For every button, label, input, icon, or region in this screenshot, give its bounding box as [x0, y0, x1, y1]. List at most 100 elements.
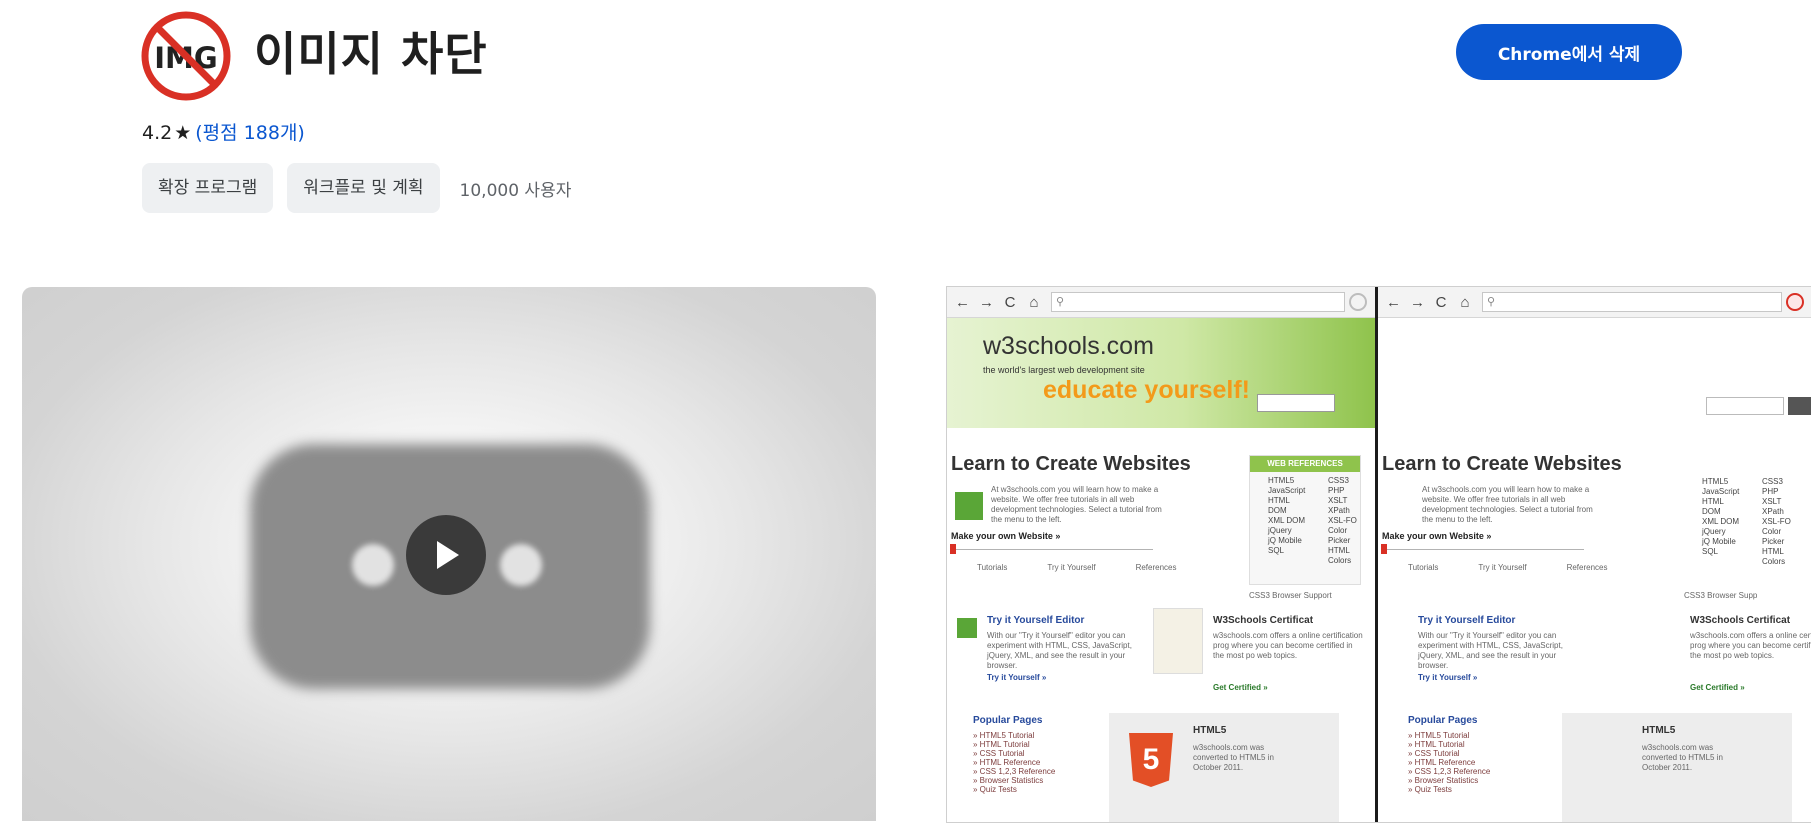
try-icon	[957, 618, 977, 638]
ref-item: HTML	[1762, 547, 1784, 556]
ref-item: Colors	[1328, 556, 1352, 565]
screenshot-pane-images-blocked: ← → C ⌂ ⚲ Learn to Create Websites At w3…	[1378, 287, 1811, 822]
w3-banner: w3schools.com the world's largest web de…	[947, 318, 1375, 428]
popular-item: » CSS 1,2,3 Reference	[1408, 767, 1491, 776]
try-title: Try it Yourself Editor	[1418, 615, 1516, 626]
popular-item: » CSS Tutorial	[1408, 749, 1460, 758]
try-text: With our "Try it Yourself" editor you ca…	[1418, 631, 1563, 670]
popular-item: » CSS 1,2,3 Reference	[973, 767, 1056, 776]
tab-try: Try it Yourself	[1047, 563, 1096, 572]
html5-text: w3schools.com was converted to HTML5 in …	[1193, 743, 1274, 772]
browser-support-link: CSS3 Browser Support	[1249, 591, 1332, 600]
home-icon: ⌂	[1460, 293, 1470, 311]
cert-title: W3Schools Certificat	[1213, 615, 1314, 626]
ref-item: PHP	[1328, 486, 1345, 495]
video-player[interactable]	[22, 287, 876, 821]
ref-item: SQL	[1268, 546, 1285, 555]
web-references-box: WEB REFERENCES HTML5 CSS3 JavaScript PHP H…	[1249, 455, 1361, 585]
ref-item: XSL-FO	[1762, 517, 1791, 526]
try-link: Try it Yourself »	[987, 673, 1047, 682]
tab-references: References	[1566, 563, 1608, 572]
timeline-marker	[1381, 544, 1387, 554]
ref-item: jQ Mobile	[1268, 536, 1302, 545]
tab-tutorials: Tutorials	[977, 563, 1008, 572]
browser-toolbar: ← → C ⌂ ⚲	[947, 287, 1375, 318]
ref-item: Color	[1762, 527, 1782, 536]
ref-item: Colors	[1762, 557, 1786, 566]
ref-item: HTML5	[1268, 476, 1295, 485]
ref-item: jQ Mobile	[1702, 537, 1736, 546]
cert-link: Get Certified »	[1690, 683, 1745, 692]
popular-list: » HTML5 Tutorial » HTML Tutorial » CSS T…	[1408, 731, 1490, 794]
ref-item: CSS3	[1328, 476, 1349, 485]
rating-row: 4.2 ★ (평점 188개)	[142, 118, 305, 145]
home-icon: ⌂	[1029, 293, 1039, 311]
extension-badge-icon	[1349, 293, 1367, 311]
html5-box: 5 HTML5 w3schools.com was converted to H…	[1109, 713, 1339, 822]
html5-box: HTML5 w3schools.com was converted to HTM…	[1562, 713, 1792, 822]
search-box	[1706, 397, 1784, 415]
video-dot-right	[500, 544, 542, 586]
popular-item: » HTML Reference	[1408, 758, 1476, 767]
browser-toolbar: ← → C ⌂ ⚲	[1378, 287, 1811, 318]
tutorial-tabs: Tutorials Try it Yourself References	[1408, 563, 1607, 572]
user-count: 10,000 사용자	[459, 180, 572, 201]
ref-item: XPath	[1328, 506, 1350, 515]
ref-item	[1702, 557, 1762, 567]
html5-text: w3schools.com was converted to HTML5 in …	[1642, 743, 1723, 772]
tab-references: References	[1135, 563, 1177, 572]
popular-item: » Quiz Tests	[973, 785, 1017, 794]
rating-count-link[interactable]: (평점 188개)	[195, 122, 305, 144]
ref-item: DOM	[1268, 506, 1287, 515]
html5-logo-icon: 5	[1129, 733, 1173, 787]
cert-text: w3schools.com offers a online certificat…	[1690, 631, 1811, 660]
reload-icon: C	[1004, 293, 1016, 311]
w3-brand: w3schools.com	[983, 332, 1154, 360]
ref-item: XPath	[1762, 507, 1784, 516]
search-button	[1788, 397, 1811, 415]
ref-item: JavaScript	[1268, 486, 1306, 495]
ref-item	[1268, 556, 1328, 566]
book-icon	[955, 492, 983, 520]
ref-item: HTML5	[1702, 477, 1729, 486]
ref-item: HTML	[1702, 497, 1724, 506]
tab-try: Try it Yourself	[1478, 563, 1527, 572]
screenshot-carousel-image[interactable]: ← → C ⌂ ⚲ w3schools.com the world's larg…	[946, 286, 1811, 823]
certificate-image	[1153, 608, 1203, 674]
popular-item: » HTML Tutorial	[1408, 740, 1465, 749]
ref-item: XML DOM	[1702, 517, 1740, 526]
ref-item: Picker	[1762, 537, 1785, 546]
html5-title: HTML5	[1193, 725, 1227, 736]
play-button[interactable]	[406, 515, 486, 595]
web-references-title: WEB REFERENCES	[1250, 456, 1360, 472]
popular-item: » HTML Tutorial	[973, 740, 1030, 749]
ref-item: JavaScript	[1702, 487, 1740, 496]
chip-extension[interactable]: 확장 프로그램	[142, 163, 274, 213]
ref-item: jQuery	[1702, 527, 1726, 536]
remove-from-chrome-button[interactable]: Chrome에서 삭제	[1456, 24, 1682, 80]
popular-item: » Browser Statistics	[1408, 776, 1479, 785]
popular-item: » Browser Statistics	[973, 776, 1044, 785]
forward-icon: →	[979, 293, 994, 311]
url-bar: ⚲	[1051, 292, 1345, 312]
category-chips: 확장 프로그램 워크플로 및 계획 10,000 사용자	[142, 163, 571, 213]
web-references-list: HTML5 CSS3 JavaScript PHP HTML XSLT DOM XPat…	[1684, 473, 1806, 567]
chip-workflow[interactable]: 워크플로 및 계획	[287, 163, 440, 213]
w3-slogan: educate yourself!	[1043, 376, 1251, 404]
popular-title: Popular Pages	[1408, 715, 1478, 726]
popular-item: » Quiz Tests	[1408, 785, 1452, 794]
own-website-link: Make your own Website »	[1382, 531, 1492, 541]
cert-link: Get Certified »	[1213, 683, 1268, 692]
tutorial-tabs: Tutorials Try it Yourself References	[977, 563, 1176, 572]
ref-item: XSL-FO	[1328, 516, 1357, 525]
learn-heading: Learn to Create Websites	[1382, 453, 1622, 475]
ref-item: HTML	[1268, 496, 1290, 505]
timeline-marker	[950, 544, 956, 554]
play-icon	[437, 541, 459, 569]
popular-item: » CSS Tutorial	[973, 749, 1025, 758]
timeline	[1384, 549, 1584, 550]
block-images-logo-icon: IMG	[141, 11, 231, 101]
url-bar: ⚲	[1482, 292, 1782, 312]
ref-item: PHP	[1762, 487, 1779, 496]
screenshot-pane-with-images: ← → C ⌂ ⚲ w3schools.com the world's larg…	[947, 287, 1378, 822]
